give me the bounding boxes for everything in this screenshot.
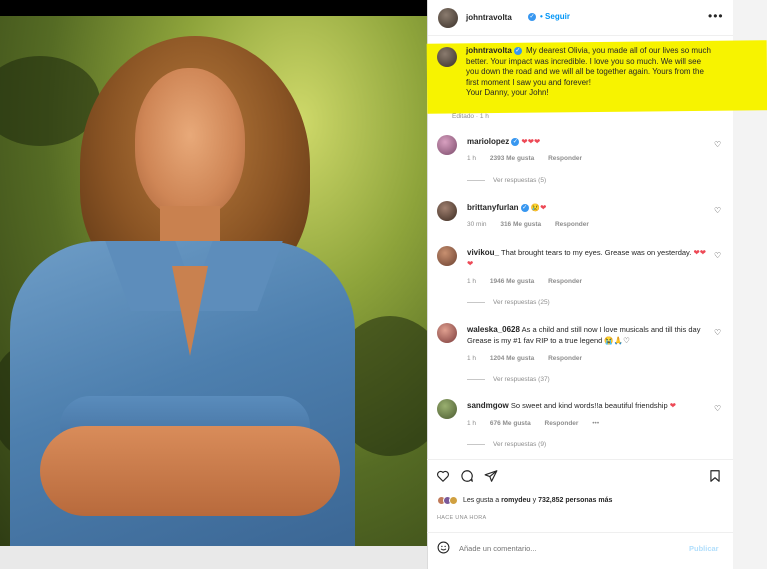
comment-likes[interactable]: 2393 Me gusta	[490, 155, 534, 162]
likes-summary[interactable]: Les gusta a romydeu y 732,852 personas m…	[437, 496, 612, 505]
comment-meta: 30 min 316 Me gusta Responder	[467, 221, 601, 228]
view-replies-label: Ver respuestas (25)	[493, 299, 550, 306]
view-replies-button[interactable]: Ver respuestas (9)	[467, 441, 546, 448]
paper-plane-icon[interactable]	[484, 469, 498, 483]
commenter-username[interactable]: waleska_0628	[467, 325, 520, 334]
reply-button[interactable]: Responder	[545, 420, 579, 427]
post-photo-panel	[0, 0, 427, 569]
likes-prefix: Les gusta a	[462, 497, 500, 505]
view-replies-label: Ver respuestas (5)	[493, 177, 547, 184]
publish-button[interactable]: Publicar	[689, 544, 719, 553]
comment-text: So sweet and kind words!!a beautiful fri…	[510, 401, 668, 410]
follow-button[interactable]: • Seguir	[540, 12, 570, 21]
comment-time: 1 h	[467, 278, 477, 285]
reply-button[interactable]: Responder	[548, 155, 582, 162]
comment-meta: 1 h 676 Me gusta Responder •••	[467, 420, 611, 427]
comment-likes[interactable]: 1204 Me gusta	[490, 355, 534, 362]
post-header: johntravolta ✓ • Seguir •••	[428, 0, 734, 36]
view-replies-label: Ver respuestas (37)	[493, 376, 550, 383]
smiley-face-icon[interactable]	[437, 541, 450, 554]
liker-avatar	[449, 496, 458, 505]
comment-input[interactable]	[459, 541, 659, 555]
view-replies-button[interactable]: Ver respuestas (5)	[467, 177, 546, 184]
comment-bubble-icon[interactable]	[460, 469, 474, 483]
add-comment-bar: Publicar	[427, 532, 733, 562]
comment-likes[interactable]: 676 Me gusta	[490, 420, 531, 427]
commenter-username[interactable]: vivikou_	[467, 248, 499, 257]
caption-signoff: Your Danny, your John!	[466, 88, 549, 97]
comment-time: 1 h	[467, 420, 477, 427]
comment-body: vivikou_ That brought tears to my eyes. …	[467, 247, 707, 269]
like-comment-heart-icon[interactable]: ♡	[714, 206, 721, 215]
comment-time: 1 h	[467, 155, 477, 162]
verified-badge-icon: ✓	[528, 13, 536, 21]
comment-meta: 1 h 1946 Me gusta Responder	[467, 278, 594, 285]
author-username[interactable]: johntravolta	[466, 13, 512, 22]
like-comment-heart-icon[interactable]: ♡	[714, 328, 721, 337]
like-comment-heart-icon[interactable]: ♡	[714, 140, 721, 149]
like-heart-icon[interactable]	[436, 469, 450, 483]
replies-line	[467, 179, 485, 181]
commenter-avatar[interactable]	[437, 246, 457, 266]
view-replies-button[interactable]: Ver respuestas (25)	[467, 299, 550, 306]
post-caption: johntravolta ✓ My dearest Olivia, you mad…	[466, 46, 712, 99]
comment-meta: 1 h 1204 Me gusta Responder	[467, 355, 594, 362]
view-replies-label: Ver respuestas (9)	[493, 441, 547, 448]
post-photo[interactable]	[0, 16, 427, 546]
more-options-icon[interactable]: •••	[708, 9, 724, 23]
reply-button[interactable]: Responder	[548, 355, 582, 362]
view-replies-button[interactable]: Ver respuestas (37)	[467, 376, 550, 383]
like-comment-heart-icon[interactable]: ♡	[714, 251, 721, 260]
comment-body: mariolopez ✓ ❤❤❤	[467, 136, 707, 147]
post-time-ago: HACE UNA HORA	[437, 515, 487, 521]
replies-line	[467, 378, 485, 380]
replies-line	[467, 443, 485, 445]
caption-username[interactable]: johntravolta	[466, 46, 512, 55]
likes-text: Les gusta a romydeu y 732,852 personas m…	[463, 497, 612, 504]
comment-text: That brought tears to my eyes. Grease wa…	[500, 248, 692, 257]
commenter-avatar[interactable]	[437, 201, 457, 221]
comment-time: 30 min	[467, 221, 487, 228]
comment-text: 😢❤	[530, 203, 547, 212]
edited-timestamp: Editado · 1 h	[452, 113, 489, 120]
author-avatar[interactable]	[438, 8, 458, 28]
likes-conjunction: y	[532, 497, 537, 505]
commenter-username[interactable]: mariolopez	[467, 137, 509, 146]
commenter-avatar[interactable]	[437, 399, 457, 419]
comment-body: brittanyfurlan ✓ 😢❤	[467, 202, 707, 213]
comment-likes[interactable]: 316 Me gusta	[500, 221, 541, 228]
comment-meta: 1 h 2393 Me gusta Responder	[467, 155, 594, 162]
portrait-face	[135, 68, 245, 218]
comment-likes[interactable]: 1946 Me gusta	[490, 278, 534, 285]
verified-badge-icon: ✓	[520, 204, 529, 213]
comment-body: waleska_0628 As a child and still now I …	[467, 324, 707, 346]
verified-badge-icon: ✓	[511, 138, 520, 147]
follow-label: Seguir	[545, 12, 570, 21]
comment-hearts: ❤	[669, 401, 677, 410]
comment-text: ❤❤❤	[521, 137, 541, 146]
comment-body: sandmgow So sweet and kind words!!a beau…	[467, 400, 707, 411]
comment-more-icon[interactable]: •••	[592, 420, 599, 427]
likes-user[interactable]: romydeu	[501, 497, 531, 504]
reply-button[interactable]: Responder	[548, 278, 582, 285]
likes-count[interactable]: 732,852 personas más	[538, 497, 612, 504]
like-comment-heart-icon[interactable]: ♡	[714, 404, 721, 413]
caption-author-avatar[interactable]	[437, 47, 457, 67]
portrait-forearms	[40, 426, 340, 516]
replies-line	[467, 301, 485, 303]
commenter-avatar[interactable]	[437, 323, 457, 343]
bookmark-icon[interactable]	[708, 469, 722, 483]
photo-bottom-strip	[0, 546, 427, 569]
comment-time: 1 h	[467, 355, 477, 362]
commenter-username[interactable]: brittanyfurlan	[467, 203, 519, 212]
reply-button[interactable]: Responder	[555, 221, 589, 228]
commenter-avatar[interactable]	[437, 135, 457, 155]
verified-badge-icon: ✓	[513, 46, 522, 55]
commenter-username[interactable]: sandmgow	[467, 401, 509, 410]
